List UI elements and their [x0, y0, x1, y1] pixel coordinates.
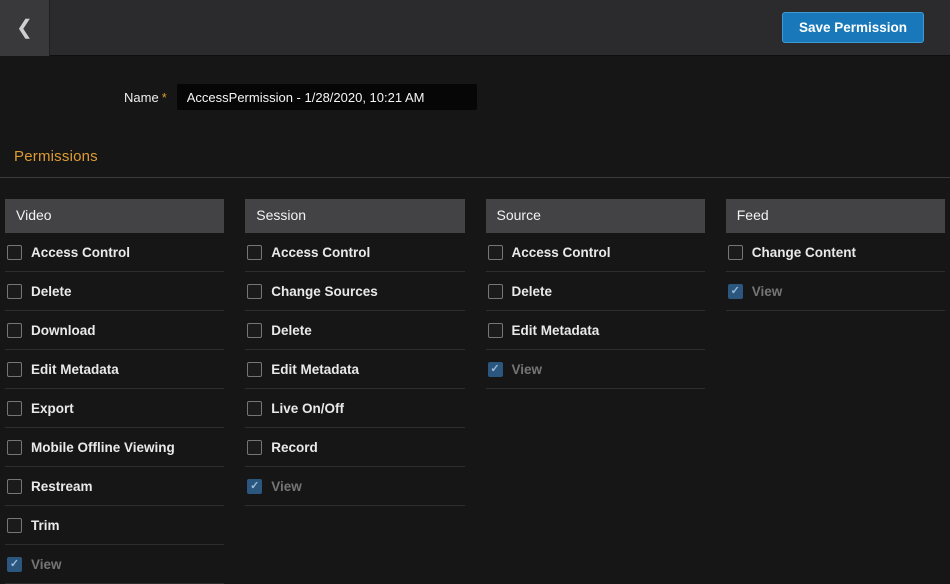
permission-item[interactable]: Access Control — [5, 233, 224, 272]
permission-item[interactable]: Export — [5, 389, 224, 428]
permission-label: Restream — [31, 479, 93, 494]
section-divider — [0, 177, 950, 178]
permission-item[interactable]: Trim — [5, 506, 224, 545]
permission-label: Access Control — [271, 245, 370, 260]
permission-label: Delete — [31, 284, 72, 299]
checkbox-unchecked-icon[interactable] — [7, 323, 22, 338]
group-header: Session — [245, 199, 464, 233]
permission-item[interactable]: Access Control — [486, 233, 705, 272]
checkbox-unchecked-icon[interactable] — [488, 245, 503, 260]
save-permission-button[interactable]: Save Permission — [782, 12, 924, 43]
permission-item[interactable]: Access Control — [245, 233, 464, 272]
permission-item[interactable]: Change Sources — [245, 272, 464, 311]
checkbox-unchecked-icon[interactable] — [247, 323, 262, 338]
permission-label: View — [31, 557, 62, 572]
permission-item[interactable]: ✓ View — [245, 467, 464, 506]
required-marker: * — [162, 90, 167, 105]
checkbox-unchecked-icon[interactable] — [488, 323, 503, 338]
permission-label: Edit Metadata — [31, 362, 119, 377]
permission-label: Live On/Off — [271, 401, 344, 416]
permission-label: View — [752, 284, 783, 299]
permission-item[interactable]: Change Content — [726, 233, 945, 272]
checkbox-unchecked-icon[interactable] — [247, 362, 262, 377]
checkbox-checked-icon[interactable]: ✓ — [247, 479, 262, 494]
permission-group-video: Video Access Control Delete Download Edit Me… — [5, 199, 224, 584]
checkbox-checked-icon[interactable]: ✓ — [728, 284, 743, 299]
permission-label: Edit Metadata — [271, 362, 359, 377]
checkbox-checked-icon[interactable]: ✓ — [7, 557, 22, 572]
name-label: Name* — [124, 90, 167, 105]
checkbox-unchecked-icon[interactable] — [7, 284, 22, 299]
permission-label: Access Control — [31, 245, 130, 260]
permission-item[interactable]: Delete — [486, 272, 705, 311]
checkbox-unchecked-icon[interactable] — [7, 479, 22, 494]
permission-item[interactable]: Live On/Off — [245, 389, 464, 428]
permission-label: Mobile Offline Viewing — [31, 440, 175, 455]
group-header: Feed — [726, 199, 945, 233]
permission-item[interactable]: ✓ View — [5, 545, 224, 584]
permission-groups: Video Access Control Delete Download Edit Me… — [5, 199, 945, 584]
permission-group-source: Source Access Control Delete Edit Metadata ✓… — [486, 199, 705, 584]
checkbox-checked-icon[interactable]: ✓ — [488, 362, 503, 377]
checkbox-unchecked-icon[interactable] — [7, 440, 22, 455]
checkbox-unchecked-icon[interactable] — [247, 284, 262, 299]
back-button[interactable]: ❮ — [0, 0, 50, 56]
chevron-left-icon: ❮ — [16, 18, 33, 38]
group-header: Source — [486, 199, 705, 233]
name-input[interactable] — [177, 84, 477, 110]
checkbox-unchecked-icon[interactable] — [7, 362, 22, 377]
permission-label: Change Content — [752, 245, 856, 260]
permission-label: Edit Metadata — [512, 323, 600, 338]
permission-label: Delete — [512, 284, 553, 299]
permission-item[interactable]: ✓ View — [726, 272, 945, 311]
permission-item[interactable]: Edit Metadata — [486, 311, 705, 350]
name-form-row: Name* — [124, 84, 950, 110]
permission-item[interactable]: ✓ View — [486, 350, 705, 389]
permission-item[interactable]: Download — [5, 311, 224, 350]
checkbox-unchecked-icon[interactable] — [7, 518, 22, 533]
permission-group-session: Session Access Control Change Sources Delet… — [245, 199, 464, 584]
permission-item[interactable]: Mobile Offline Viewing — [5, 428, 224, 467]
permission-item[interactable]: Delete — [245, 311, 464, 350]
checkbox-unchecked-icon[interactable] — [488, 284, 503, 299]
permission-item[interactable]: Delete — [5, 272, 224, 311]
permission-item[interactable]: Edit Metadata — [245, 350, 464, 389]
permission-label: Download — [31, 323, 96, 338]
permission-label: Trim — [31, 518, 60, 533]
permission-label: View — [512, 362, 543, 377]
permission-group-feed: Feed Change Content ✓ View — [726, 199, 945, 584]
checkbox-unchecked-icon[interactable] — [247, 401, 262, 416]
permission-label: Delete — [271, 323, 312, 338]
checkbox-unchecked-icon[interactable] — [7, 245, 22, 260]
permission-label: Access Control — [512, 245, 611, 260]
permission-item[interactable]: Edit Metadata — [5, 350, 224, 389]
group-header: Video — [5, 199, 224, 233]
checkbox-unchecked-icon[interactable] — [247, 440, 262, 455]
checkbox-unchecked-icon[interactable] — [247, 245, 262, 260]
permission-item[interactable]: Record — [245, 428, 464, 467]
permission-label: View — [271, 479, 302, 494]
permission-label: Record — [271, 440, 318, 455]
top-bar: ❮ Save Permission — [0, 0, 950, 56]
permission-label: Export — [31, 401, 74, 416]
permission-item[interactable]: Restream — [5, 467, 224, 506]
checkbox-unchecked-icon[interactable] — [7, 401, 22, 416]
checkbox-unchecked-icon[interactable] — [728, 245, 743, 260]
permission-label: Change Sources — [271, 284, 378, 299]
permissions-section-title: Permissions — [14, 148, 950, 165]
